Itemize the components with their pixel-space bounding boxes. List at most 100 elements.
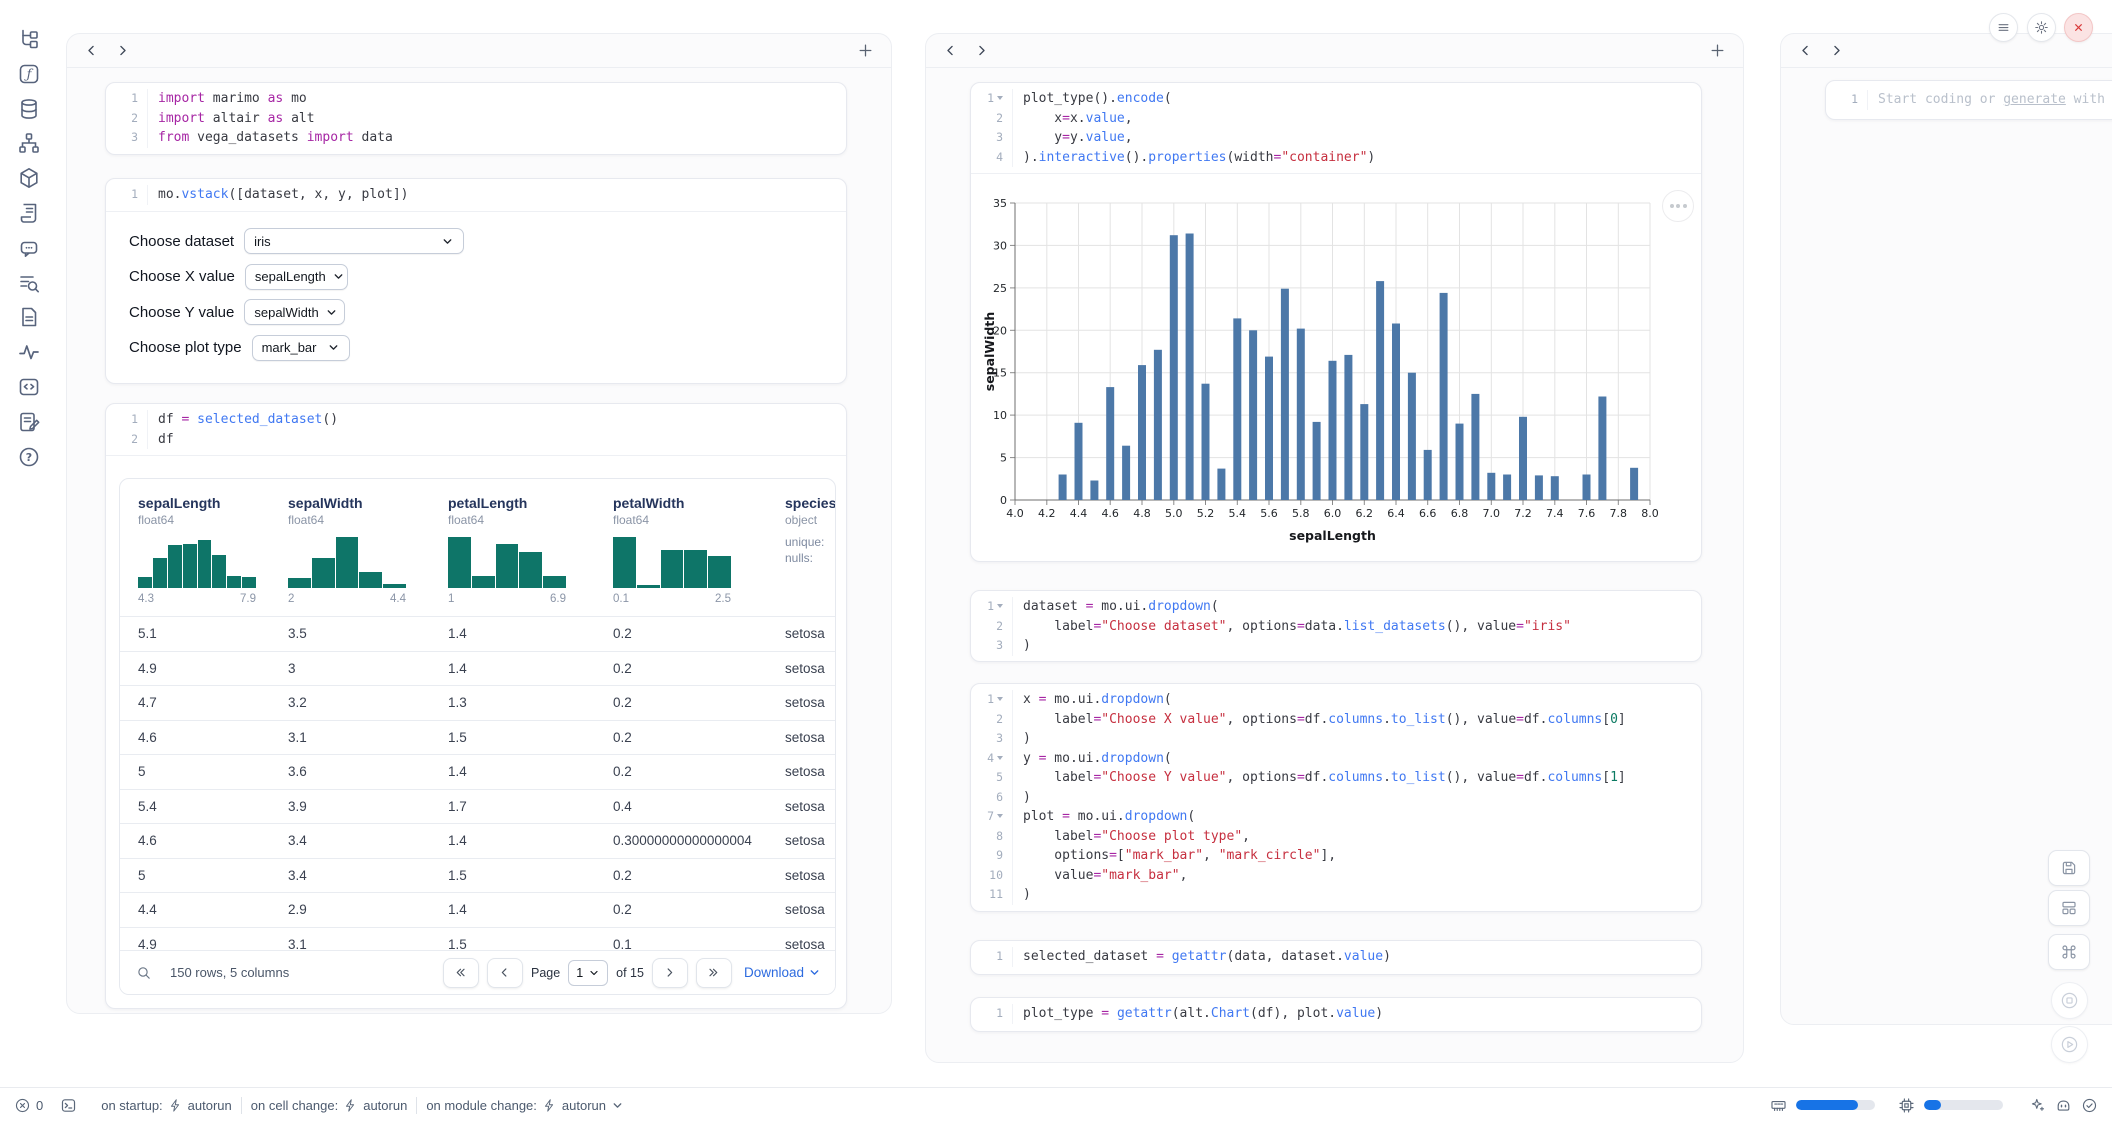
code-editor[interactable]: 1dataset = mo.ui.dropdown(2 label="Choos… [971,591,1701,662]
move-column-right-icon[interactable] [974,43,989,58]
code-line[interactable]: 2 x=x.value, [971,109,1701,129]
table-row[interactable]: 4.931.40.2setosa [120,651,835,686]
dropdown-select[interactable]: sepalWidth [244,299,345,325]
code-line[interactable]: 4y = mo.ui.dropdown( [971,749,1701,769]
code-line[interactable]: 1plot_type().encode( [971,89,1701,109]
last-page-button[interactable] [696,958,732,988]
dropdown-select[interactable]: mark_bar [252,335,350,361]
packages-icon[interactable] [17,166,41,190]
add-cell-icon[interactable] [1709,42,1726,59]
notebook-menu-button[interactable] [1989,13,2018,42]
runtime-toggle[interactable]: on cell change:autorun [251,1098,408,1113]
code-line[interactable]: 2import altair as alt [106,109,846,129]
cell-vstack[interactable]: 1mo.vstack([dataset, x, y, plot]) Choose… [105,178,847,384]
code-line[interactable]: 3from vega_datasets import data [106,128,846,148]
dropdown-select[interactable]: iris [244,228,464,254]
code-line[interactable]: 2df [106,430,846,450]
logs-icon[interactable] [17,201,41,225]
functions-icon[interactable] [17,62,41,86]
column-header[interactable]: petalWidthfloat640.12.5 [595,494,767,606]
table-row[interactable]: 5.13.51.40.2setosa [120,616,835,651]
errors-indicator[interactable]: 0 [14,1097,43,1114]
cell-imports[interactable]: 1import marimo as mo2import altair as al… [105,82,847,155]
download-button[interactable]: Download [744,965,821,980]
dropdown-select[interactable]: sepalLength [245,264,348,290]
column-header[interactable]: speciesobjectunique:nulls: [767,494,836,606]
ai-chat-icon[interactable] [17,236,41,260]
code-line[interactable]: 3) [971,636,1701,656]
next-page-button[interactable] [652,958,688,988]
code-line[interactable]: 5 label="Choose Y value", options=df.col… [971,768,1701,788]
page-select[interactable]: 1 [568,960,608,986]
search-icon[interactable] [136,965,152,981]
search-icon[interactable] [17,271,41,295]
code-line[interactable]: 4).interactive().properties(width="conta… [971,148,1701,168]
code-line[interactable]: 1df = selected_dataset() [106,410,846,430]
code-editor[interactable]: 1import marimo as mo2import altair as al… [106,83,846,154]
help-icon[interactable] [17,445,41,469]
layout-toggle-button[interactable] [2048,890,2090,926]
code-line[interactable]: 3 y=y.value, [971,128,1701,148]
table-row[interactable]: 4.63.41.40.30000000000000004setosa [120,823,835,858]
settings-button[interactable] [2027,13,2056,42]
copilot-button[interactable] [2055,1097,2072,1114]
table-row[interactable]: 5.43.91.70.4setosa [120,789,835,824]
terminal-icon[interactable] [60,1097,77,1114]
code-line[interactable]: 1plot_type = getattr(alt.Chart(df), plot… [971,1004,1701,1024]
code-line[interactable]: 10 value="mark_bar", [971,866,1701,886]
column-header[interactable]: sepalWidthfloat6424.4 [270,494,430,606]
code-line[interactable]: 9 options=["mark_bar", "mark_circle"], [971,846,1701,866]
first-page-button[interactable] [443,958,479,988]
code-line[interactable]: 2 label="Choose X value", options=df.col… [971,710,1701,730]
datasources-icon[interactable] [17,97,41,121]
generate-with-ai-link[interactable]: generate [2003,92,2066,107]
run-all-button[interactable] [2051,1026,2088,1063]
code-editor[interactable]: 1mo.vstack([dataset, x, y, plot]) [106,179,846,211]
save-button[interactable] [2048,850,2090,886]
ai-sparkle-button[interactable] [2029,1097,2046,1114]
file-explorer-icon[interactable] [17,27,41,51]
runtime-toggle[interactable]: on module change:autorun [426,1098,624,1113]
stop-kernel-button[interactable] [2051,982,2088,1019]
shutdown-button[interactable] [2064,13,2093,42]
command-palette-button[interactable] [2048,934,2090,970]
code-line[interactable]: 2 label="Choose dataset", options=data.l… [971,617,1701,637]
code-line[interactable]: 6) [971,788,1701,808]
connection-status-icon[interactable] [2081,1097,2098,1114]
column-header[interactable]: sepalLengthfloat644.37.9 [120,494,270,606]
code-line[interactable]: 7plot = mo.ui.dropdown( [971,807,1701,827]
code-editor[interactable]: 1selected_dataset = getattr(data, datase… [971,941,1701,973]
cell-empty[interactable]: 1 Start coding or generate with AI [1825,80,2112,120]
table-row[interactable]: 4.63.11.50.2setosa [120,720,835,755]
code-line[interactable]: 1mo.vstack([dataset, x, y, plot]) [106,185,846,205]
code-editor[interactable]: 1plot_type = getattr(alt.Chart(df), plot… [971,998,1701,1030]
dependencies-icon[interactable] [17,131,41,155]
code-line[interactable]: 1dataset = mo.ui.dropdown( [971,597,1701,617]
code-line[interactable]: 8 label="Choose plot type", [971,827,1701,847]
code-line[interactable]: 1x = mo.ui.dropdown( [971,690,1701,710]
tracing-icon[interactable] [17,340,41,364]
cell-dataset-dropdown[interactable]: 1dataset = mo.ui.dropdown(2 label="Choos… [970,590,1702,662]
editor-placeholder[interactable]: Start coding or generate with AI [1867,90,2112,110]
code-line[interactable]: 1selected_dataset = getattr(data, datase… [971,947,1701,967]
snippets-icon[interactable] [17,375,41,399]
table-row[interactable]: 53.41.50.2setosa [120,858,835,893]
code-editor[interactable]: 1plot_type().encode(2 x=x.value,3 y=y.va… [971,83,1701,173]
cell-selected-dataset[interactable]: 1selected_dataset = getattr(data, datase… [970,940,1702,975]
chart-actions-button[interactable] [1662,190,1694,222]
column-header[interactable]: petalLengthfloat6416.9 [430,494,595,606]
move-column-right-icon[interactable] [115,43,130,58]
documentation-icon[interactable] [17,305,41,329]
code-editor[interactable]: 1df = selected_dataset()2df [106,404,846,455]
move-column-left-icon[interactable] [1798,43,1813,58]
cell-xy-plot-dropdowns[interactable]: 1x = mo.ui.dropdown(2 label="Choose X va… [970,683,1702,912]
table-row[interactable]: 4.42.91.40.2setosa [120,892,835,927]
runtime-toggle[interactable]: on startup:autorun [101,1098,232,1113]
table-row[interactable]: 4.73.21.30.2setosa [120,685,835,720]
code-line[interactable]: 11) [971,885,1701,905]
table-row[interactable]: 53.61.40.2setosa [120,754,835,789]
prev-page-button[interactable] [487,958,523,988]
add-cell-icon[interactable] [857,42,874,59]
move-column-left-icon[interactable] [943,43,958,58]
move-column-right-icon[interactable] [1829,43,1844,58]
